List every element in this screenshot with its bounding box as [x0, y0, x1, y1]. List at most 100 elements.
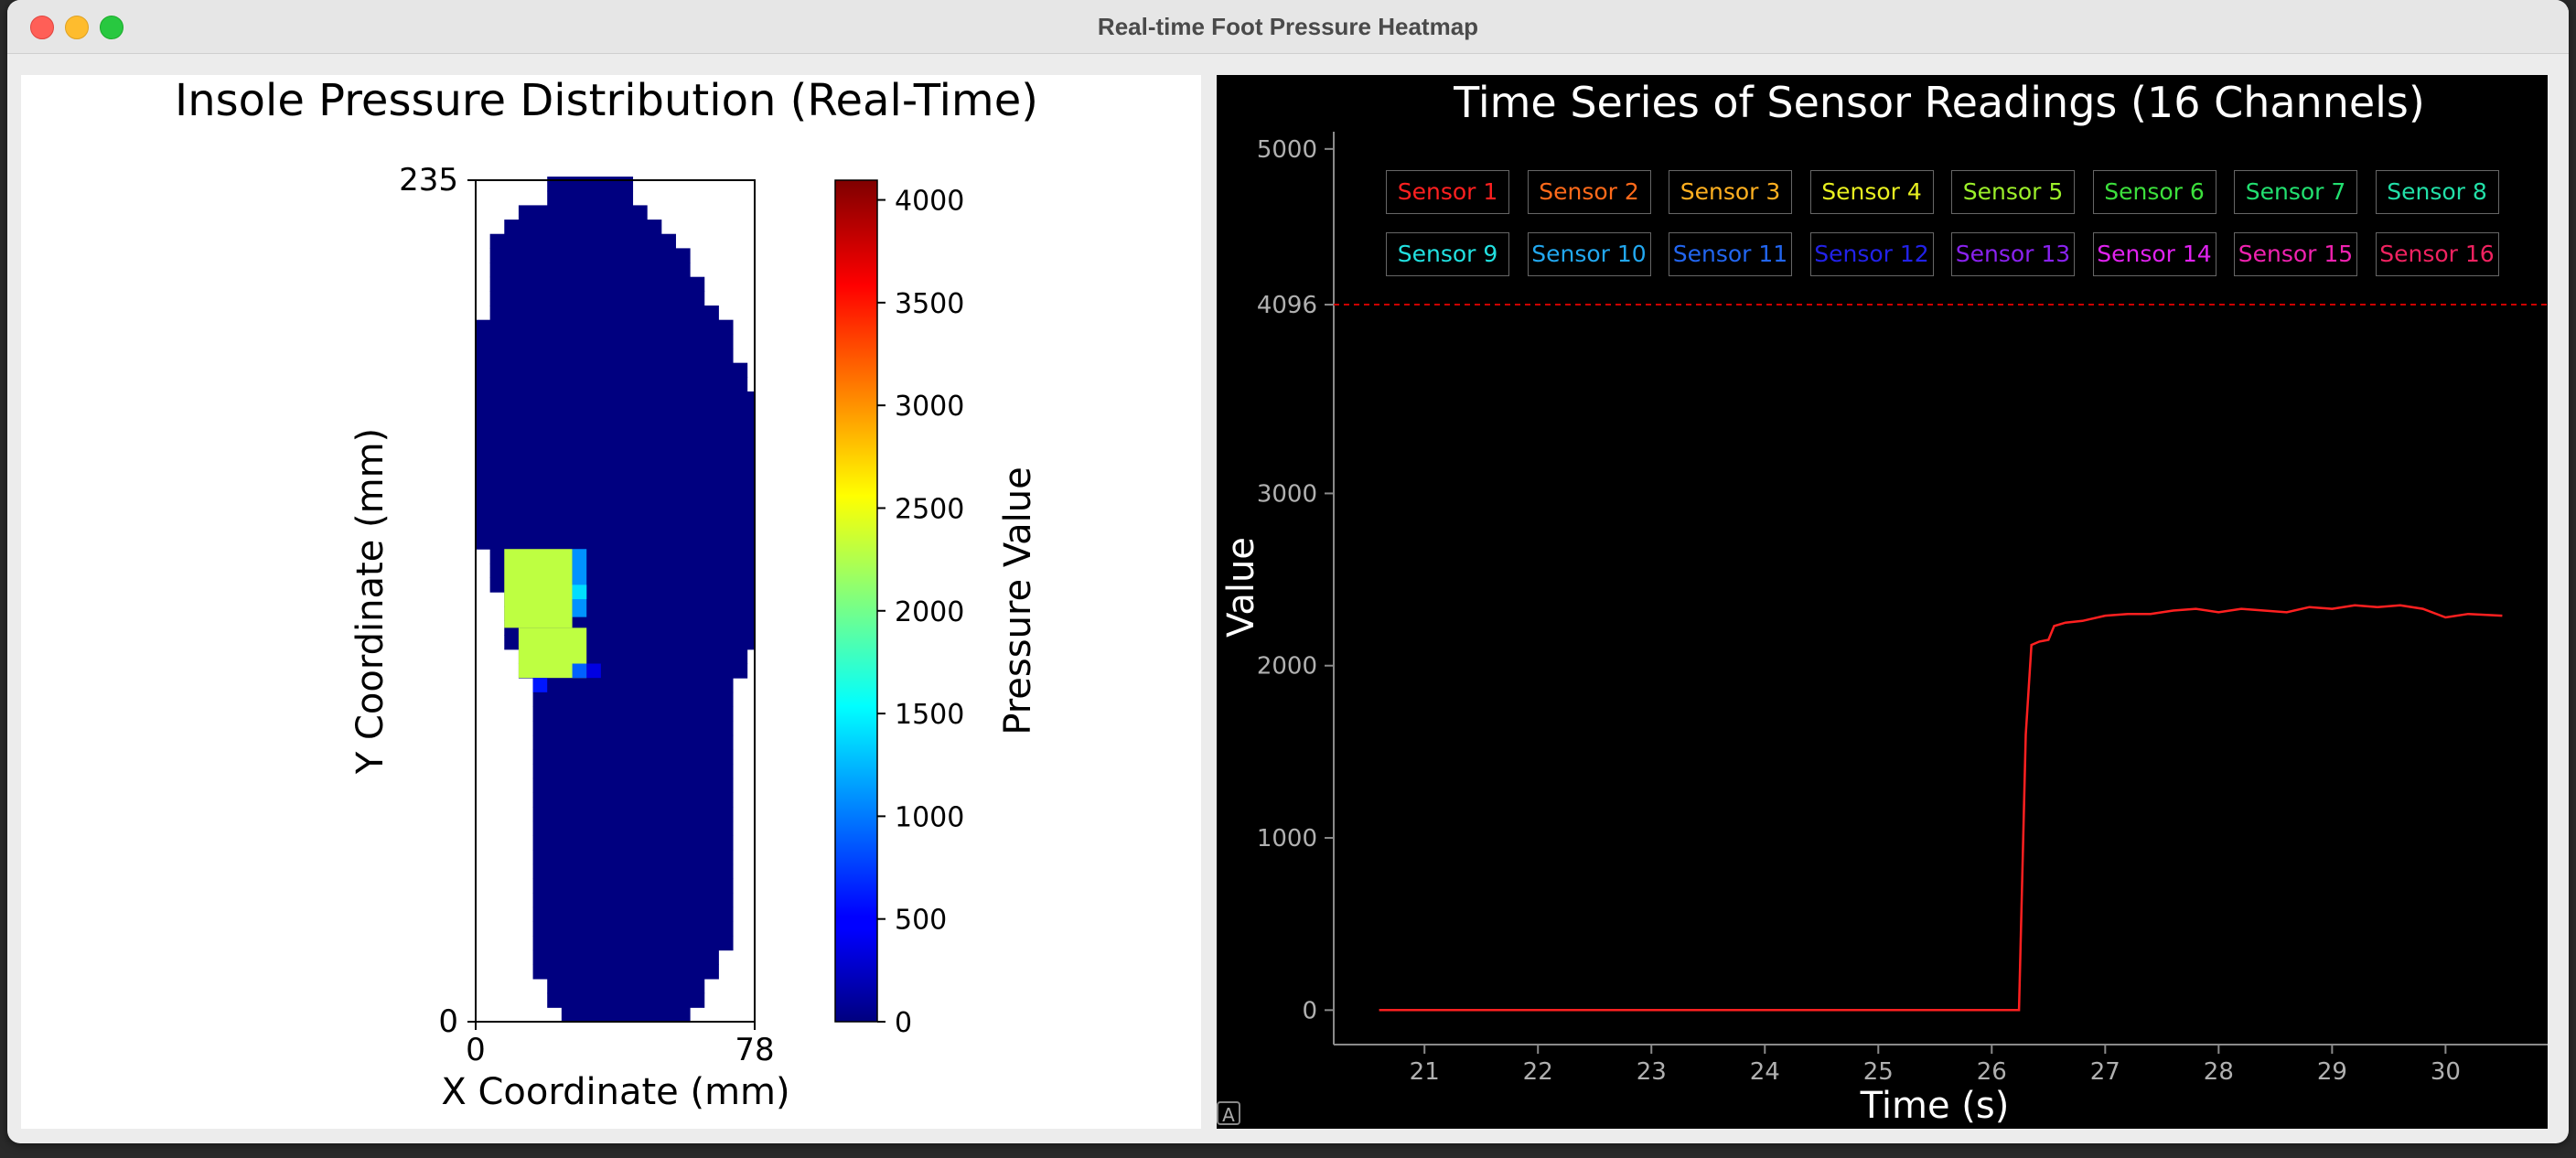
heatmap-row-22 [532, 692, 734, 707]
heatmap-row-14 [532, 807, 734, 822]
heatmap-panel: Insole Pressure Distribution (Real-Time)… [21, 75, 1201, 1129]
heatmap-row-40 [476, 434, 755, 450]
legend-item-sensor-6[interactable]: Sensor 6 [2092, 170, 2216, 214]
legend-item-sensor-13[interactable]: Sensor 13 [1951, 232, 2075, 276]
legend-item-sensor-10[interactable]: Sensor 10 [1527, 232, 1651, 276]
heatmap-row-47 [476, 334, 734, 349]
heatmap-row-58 [547, 177, 634, 192]
heatmap-x-label: X Coordinate (mm) [441, 1071, 789, 1113]
colorbar-tick-label: 4000 [895, 186, 964, 218]
y-tick-label: 2000 [1257, 653, 1317, 681]
heatmap-row-2 [547, 979, 705, 994]
x-tick-label: 25 [1863, 1058, 1894, 1086]
heatmap-row-15 [532, 792, 734, 808]
heatmap-row-51 [489, 276, 705, 292]
colorbar-tick-label: 3000 [895, 391, 964, 423]
heatmap-row-38 [476, 463, 755, 478]
heatmap-row-41 [476, 420, 755, 435]
heatmap-row-34 [476, 520, 755, 536]
heatmap-hotspot-4 [572, 663, 587, 679]
heatmap-row-12 [532, 835, 734, 851]
heatmap-row-21 [532, 706, 734, 722]
heatmap-row-3 [532, 964, 719, 980]
x-tick-label-left: 0 [466, 1032, 486, 1068]
heatmap-row-56 [518, 205, 648, 220]
heatmap-row-23 [532, 678, 734, 693]
heatmap-row-6 [532, 921, 734, 937]
title-bar: Real-time Foot Pressure Heatmap [7, 0, 2569, 54]
heatmap-row-8 [532, 893, 734, 908]
y-tick-label: 4096 [1257, 292, 1317, 319]
legend-item-sensor-5[interactable]: Sensor 5 [1951, 170, 2075, 214]
legend-item-sensor-4[interactable]: Sensor 4 [1809, 170, 1934, 214]
timeseries-panel: Time Series of Sensor Readings (16 Chann… [1217, 75, 2548, 1129]
timeseries-lines [1379, 604, 2503, 1012]
y-tick-label-top: 235 [399, 162, 458, 198]
colorbar-tick-label: 1000 [895, 801, 964, 833]
y-tick-label-bottom: 0 [438, 1003, 458, 1040]
legend-item-sensor-7[interactable]: Sensor 7 [2234, 170, 2357, 214]
heatmap-row-36 [476, 491, 755, 507]
y-tick-label: 5000 [1257, 136, 1317, 164]
heatmap-row-4 [532, 949, 719, 965]
heatmap-row-17 [532, 764, 734, 779]
x-tick-label: 28 [2204, 1058, 2234, 1086]
colorbar [834, 179, 878, 1023]
legend-item-sensor-1[interactable]: Sensor 1 [1386, 170, 1509, 214]
colorbar-tick-label: 1500 [895, 699, 964, 731]
heatmap-row-16 [532, 777, 734, 793]
colorbar-tick-label: 500 [895, 905, 947, 937]
heatmap-hotspot-0 [504, 549, 573, 628]
legend-item-sensor-12[interactable]: Sensor 12 [1809, 232, 1934, 276]
legend-item-sensor-8[interactable]: Sensor 8 [2375, 170, 2499, 214]
x-tick-label: 24 [1750, 1058, 1780, 1086]
window-title: Real-time Foot Pressure Heatmap [1097, 13, 1479, 40]
heatmap-cells [476, 177, 755, 1023]
heatmap-row-52 [489, 263, 691, 278]
heatmap-hotspot-6 [586, 663, 601, 679]
heatmap-row-39 [476, 448, 755, 464]
heatmap-hotspot-5 [532, 678, 548, 692]
legend-item-sensor-9[interactable]: Sensor 9 [1386, 232, 1509, 276]
heatmap-row-50 [489, 291, 705, 306]
heatmap-row-11 [532, 850, 734, 865]
series-line-sensor-1 [1379, 604, 2503, 1012]
legend-item-sensor-14[interactable]: Sensor 14 [2092, 232, 2216, 276]
timeseries-title: Time Series of Sensor Readings (16 Chann… [1453, 78, 2425, 127]
heatmap-row-20 [532, 721, 734, 736]
colorbar-tick-label: 2000 [895, 596, 964, 628]
x-tick-label: 23 [1637, 1058, 1667, 1086]
heatmap-row-43 [476, 391, 755, 407]
x-tick-label: 29 [2317, 1058, 2347, 1086]
heatmap-title: Insole Pressure Distribution (Real-Time) [175, 75, 1038, 126]
heatmap-row-9 [532, 878, 734, 894]
heatmap-row-49 [489, 306, 719, 321]
y-tick-label: 1000 [1257, 825, 1317, 852]
legend-item-sensor-11[interactable]: Sensor 11 [1669, 232, 1792, 276]
timeseries-y-ticks: 0 1000 2000 3000 4096 5000 [1257, 136, 1334, 1024]
x-tick-label: 21 [1410, 1058, 1440, 1086]
heatmap-row-44 [476, 377, 748, 392]
heatmap-hotspot-3 [572, 584, 587, 600]
heatmap-row-42 [476, 405, 755, 421]
timeseries-x-label: Time (s) [1860, 1085, 2010, 1127]
heatmap-row-57 [547, 190, 634, 206]
colorbar-tick-label: 0 [895, 1007, 912, 1039]
legend-item-sensor-15[interactable]: Sensor 15 [2234, 232, 2357, 276]
colorbar-label: Pressure Value [997, 466, 1039, 734]
autorange-icon[interactable]: A [1217, 1101, 1240, 1126]
y-tick-label: 3000 [1257, 480, 1317, 508]
legend-item-sensor-16[interactable]: Sensor 16 [2375, 232, 2499, 276]
y-tick-label: 0 [1302, 997, 1317, 1024]
heatmap-row-45 [476, 362, 748, 378]
heatmap-row-19 [532, 734, 734, 750]
colorbar-tick-label: 3500 [895, 288, 964, 320]
colorbar-ticks: 0 500 1000 1500 2000 2500 3000 3500 4000 [877, 186, 964, 1039]
heatmap-row-13 [532, 820, 734, 836]
legend-item-sensor-3[interactable]: Sensor 3 [1669, 170, 1792, 214]
colorbar-tick-label: 2500 [895, 493, 964, 525]
heatmap-row-53 [489, 248, 691, 263]
heatmap-row-18 [532, 749, 734, 765]
heatmap-chart: Insole Pressure Distribution (Real-Time)… [175, 75, 1039, 1113]
legend-item-sensor-2[interactable]: Sensor 2 [1527, 170, 1651, 214]
